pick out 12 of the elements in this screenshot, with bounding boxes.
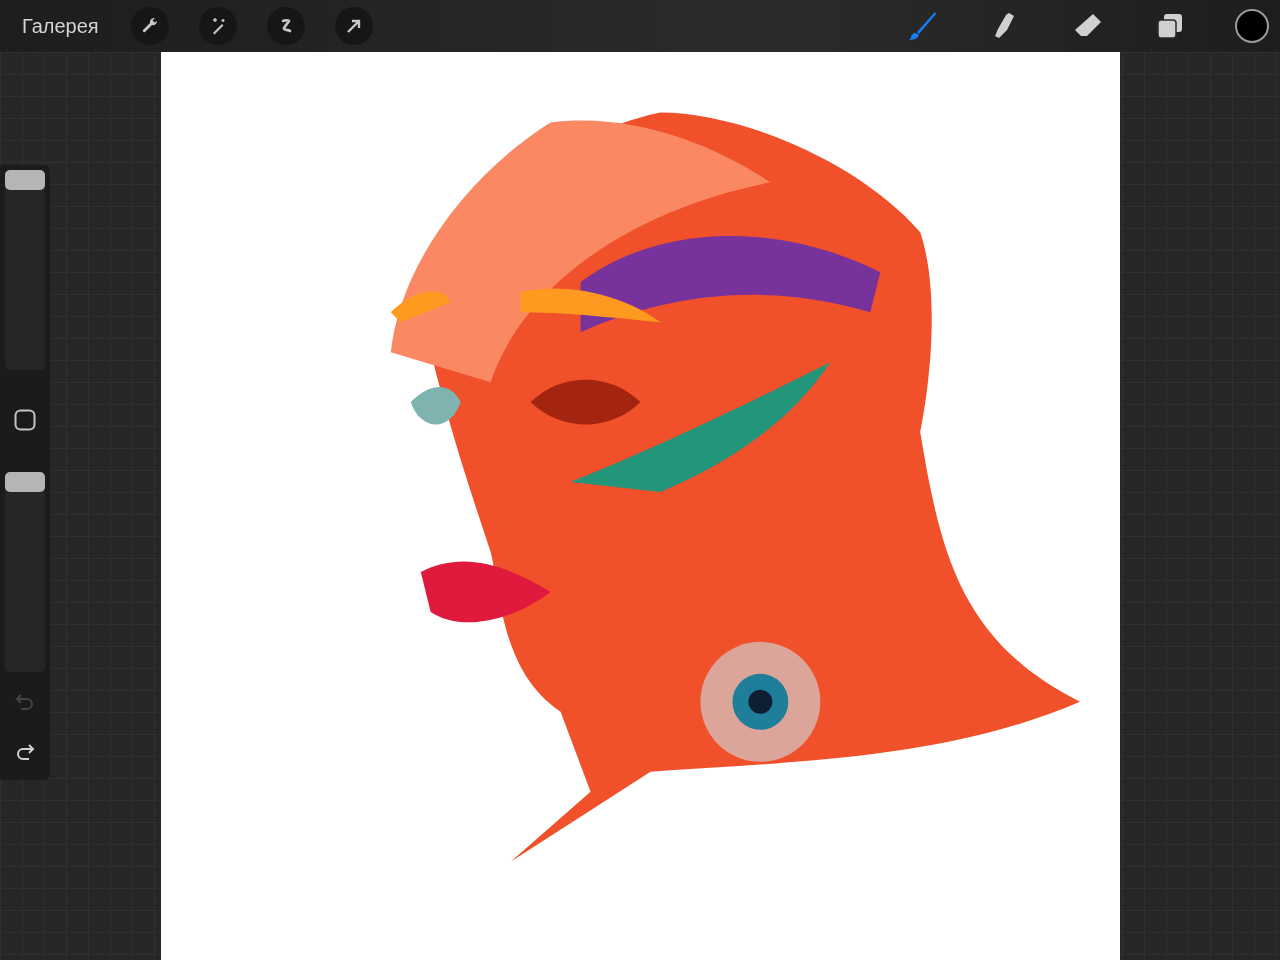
brush-size-slider[interactable] [5, 170, 45, 370]
gallery-button[interactable]: Галерея [22, 14, 99, 38]
color-picker-button[interactable] [1235, 9, 1269, 43]
modify-button[interactable] [13, 408, 37, 432]
square-icon [13, 408, 37, 432]
opacity-slider[interactable] [5, 472, 45, 672]
slider-thumb[interactable] [5, 170, 45, 190]
slider-thumb[interactable] [5, 472, 45, 492]
selection-button[interactable] [266, 7, 305, 45]
arrow-button[interactable] [334, 7, 373, 45]
wrench-button[interactable] [130, 7, 169, 45]
magic-wand-button[interactable] [198, 7, 237, 45]
